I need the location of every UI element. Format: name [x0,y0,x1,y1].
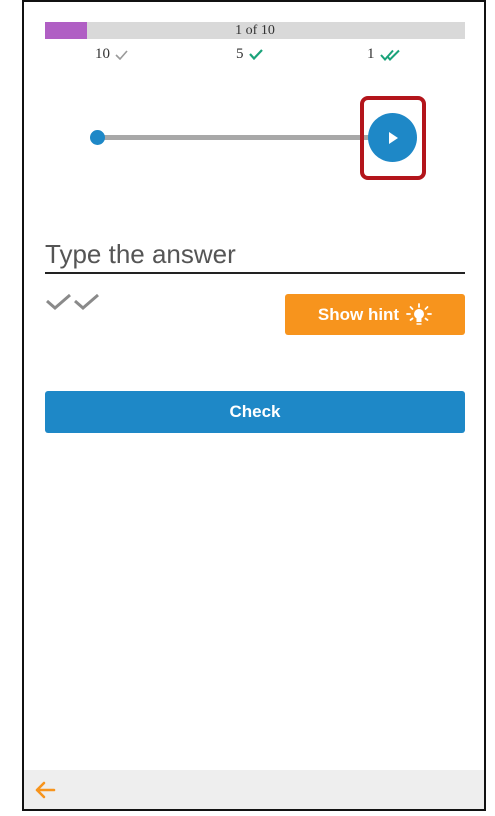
double-check-icon [46,293,99,310]
stat-seen: 10 [95,46,128,63]
progress-label: 1 of 10 [235,23,275,38]
double-check-icon [379,49,400,61]
stat-correct: 5 [236,46,263,63]
show-hint-label: Show hint [317,304,400,324]
lightbulb-icon [406,302,433,325]
play-icon [388,131,398,144]
check-button[interactable]: Check [45,391,465,433]
stat-seen-count: 10 [95,46,110,62]
play-button[interactable] [368,113,417,162]
arrow-left-icon[interactable] [34,780,56,800]
audio-progress-track[interactable] [97,135,395,140]
check-icon [248,49,263,60]
stat-correct-count: 5 [236,46,244,62]
stat-mastered: 1 [367,46,400,63]
show-hint-button[interactable]: Show hint [285,294,465,335]
audio-progress-handle[interactable] [90,130,105,145]
bottom-bar [24,770,484,809]
progress-bar: 1 of 10 [45,22,465,39]
answer-input[interactable] [45,236,465,274]
check-icon [115,49,128,60]
stat-mastered-count: 1 [367,46,375,62]
